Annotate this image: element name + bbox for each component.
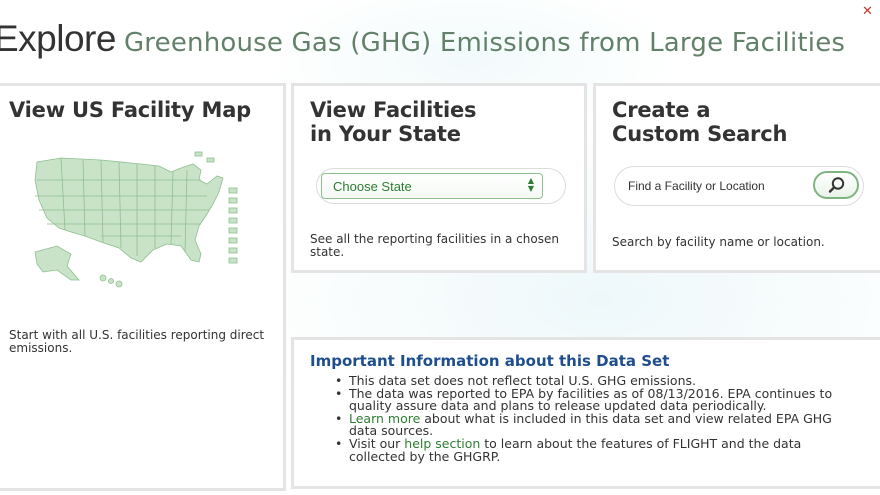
list-item: The data was reported to EPA by faciliti… — [335, 385, 849, 414]
list-item: Learn more about what is included in thi… — [335, 410, 849, 439]
magnifier-icon — [828, 177, 845, 193]
us-map-icon[interactable] — [31, 148, 251, 298]
search-button[interactable] — [813, 171, 859, 199]
search-card-heading: Create a Custom Search — [612, 98, 788, 146]
close-mark-icon[interactable]: ✕ — [862, 4, 873, 19]
list-item: Visit our help section to learn about th… — [335, 437, 849, 463]
state-select-container: Choose State ▲ ▼ — [316, 168, 566, 204]
search-input[interactable]: Find a Facility or Location — [628, 179, 765, 193]
important-info-card: Important Information about this Data Se… — [291, 337, 880, 489]
facility-map-card[interactable]: View US Facility Map Start with all U.S.… — [0, 83, 286, 491]
map-card-heading[interactable]: View US Facility Map — [9, 98, 279, 122]
custom-search-card: Create a Custom Search Find a Facility o… — [593, 83, 880, 273]
search-box[interactable]: Find a Facility or Location — [614, 166, 864, 206]
info-bullet-2: The data was reported to EPA by faciliti… — [349, 385, 833, 414]
info-list: This data set does not reflect total U.S… — [335, 374, 849, 463]
state-card-heading: View Facilities in Your State — [310, 98, 477, 146]
state-select[interactable]: Choose State ▲ ▼ — [321, 173, 543, 199]
map-card-description: Start with all U.S. facilities reporting… — [9, 328, 265, 355]
info-heading: Important Information about this Data Se… — [310, 352, 670, 370]
title-explore: Explore — [0, 18, 116, 59]
info-bullet-3: about what is included in this data set … — [349, 410, 832, 439]
search-card-description: Search by facility name or location. — [612, 235, 825, 249]
updown-arrows-icon: ▲ ▼ — [527, 176, 534, 193]
state-card-description: See all the reporting facilities in a ch… — [310, 232, 559, 259]
title-subtitle: Greenhouse Gas (GHG) Emissions from Larg… — [123, 28, 846, 58]
state-select-value: Choose State — [333, 179, 412, 194]
page-title: Explore Greenhouse Gas (GHG) Emissions fr… — [0, 18, 845, 60]
state-card: View Facilities in Your State Choose Sta… — [291, 83, 587, 273]
